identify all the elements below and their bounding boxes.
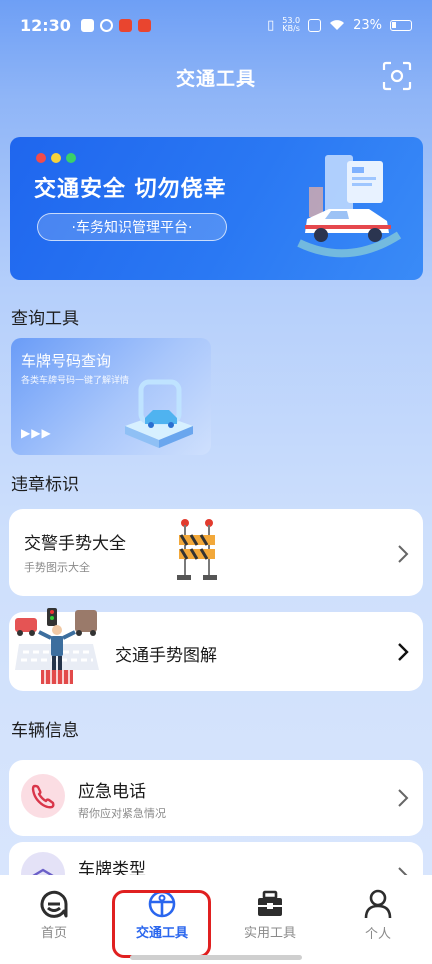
traffic-gesture-diagram-card[interactable]: 交通手势图解 (9, 608, 423, 691)
sim-icon (308, 18, 322, 32)
section-title-violation: 违章标识 (11, 475, 79, 495)
app-notification-icon (118, 18, 132, 32)
traffic-police-illustration (15, 608, 99, 684)
hero-banner[interactable]: 交通安全 切勿侥幸 ·车务知识管理平台· (10, 137, 423, 280)
road-barrier-icon (177, 519, 217, 580)
tab-label: 实用工具 (243, 926, 296, 941)
status-bar: 12:30 ▯ 53.0 KB/s 23% (0, 0, 432, 50)
query-card-title: 车牌号码查询 (21, 352, 112, 370)
card-title: 应急电话 (78, 782, 146, 802)
card-subtitle: 手势图示大全 (24, 561, 90, 574)
play-arrows-icon: ▶▶▶ (21, 426, 52, 440)
section-title-vehicle: 车辆信息 (11, 721, 79, 741)
network-speed-unit: KB/s (282, 24, 300, 33)
traffic-police-gestures-card[interactable]: 交警手势大全 手势图示大全 (9, 509, 423, 596)
tab-label: 首页 (40, 926, 67, 941)
banner-subtitle-pill: ·车务知识管理平台· (37, 213, 227, 241)
app-notification-icon (80, 18, 94, 32)
banner-title: 交通安全 切勿侥幸 (34, 177, 227, 202)
network-speed: 53.0 KB/s (282, 17, 300, 33)
car-illustration (297, 155, 402, 258)
person-icon (364, 889, 392, 919)
battery-icon (390, 19, 412, 31)
car-platform-icon (125, 379, 193, 448)
wifi-icon (330, 20, 345, 30)
toolbox-icon (258, 890, 282, 916)
tab-profile[interactable]: 个人 (324, 875, 432, 955)
card-title: 交警手势大全 (24, 534, 126, 554)
active-tab-highlight (112, 890, 211, 958)
vibrate-icon: ▯ (267, 17, 275, 33)
bottom-tab-bar: 首页 交通工具 实用工具 个人 (0, 875, 432, 964)
home-indicator (130, 955, 302, 960)
app-notification-icon (137, 18, 151, 32)
tab-utility-tools[interactable]: 实用工具 (216, 875, 324, 955)
query-card-subtitle: 各类车牌号码一键了解详情 (21, 376, 130, 386)
page-title: 交通工具 (175, 67, 256, 90)
scan-icon[interactable] (382, 61, 412, 91)
chevron-right-icon (398, 789, 409, 807)
battery-percent: 23% (353, 17, 382, 33)
app-notification-icon (99, 18, 113, 32)
chevron-right-icon (398, 545, 409, 563)
traffic-light-dots (36, 153, 76, 163)
status-time: 12:30 (20, 15, 71, 35)
section-title-query: 查询工具 (11, 309, 79, 329)
tab-home[interactable]: 首页 (0, 875, 108, 955)
card-title: 交通手势图解 (115, 646, 217, 666)
chevron-right-icon (398, 643, 409, 661)
card-subtitle: 帮你应对紧急情况 (78, 807, 166, 820)
home-icon (40, 890, 68, 918)
app-header: 交通工具 (0, 55, 432, 99)
emergency-phone-card[interactable]: 应急电话 帮你应对紧急情况 (9, 760, 423, 836)
phone-icon (21, 774, 65, 818)
tab-label: 个人 (364, 927, 391, 942)
plate-number-query-card[interactable]: 车牌号码查询 各类车牌号码一键了解详情 ▶▶▶ (11, 338, 211, 455)
